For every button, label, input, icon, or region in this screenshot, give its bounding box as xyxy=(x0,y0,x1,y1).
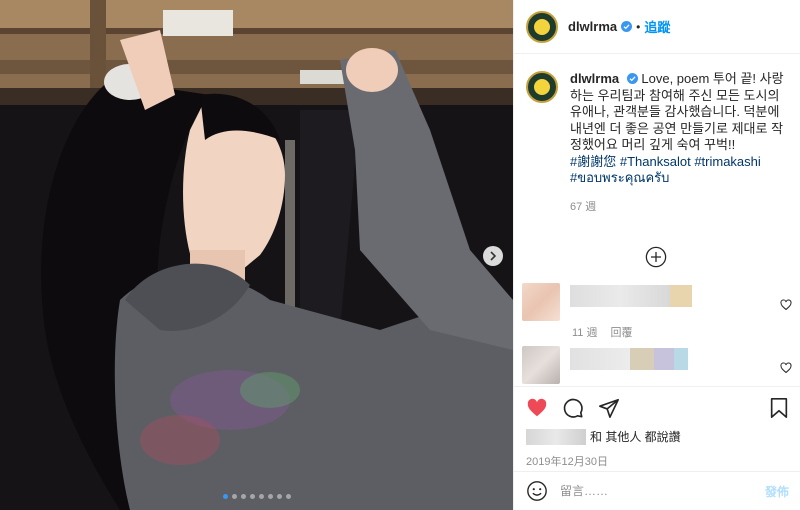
comment-item xyxy=(522,346,792,384)
liker-name-redacted[interactable] xyxy=(526,428,586,445)
avatar-image xyxy=(534,79,550,95)
author-username[interactable]: dlwlrma xyxy=(568,19,617,34)
carousel-indicator xyxy=(0,494,513,499)
author-avatar[interactable] xyxy=(526,10,558,43)
caption-username[interactable]: dlwlrma xyxy=(570,71,619,86)
caption: dlwlrma Love, poem 투어 끝! 사랑하는 우리팀과 참여해 주… xyxy=(526,71,789,215)
hashtag[interactable]: #Thanksalot xyxy=(620,154,691,169)
comment-icon[interactable] xyxy=(562,397,584,419)
post-header: dlwlrma • 追蹤 xyxy=(514,0,800,54)
comment-item xyxy=(522,283,792,321)
comment-text-redacted xyxy=(570,348,688,370)
emoji-icon[interactable] xyxy=(526,480,548,502)
post-details-panel: dlwlrma • 追蹤 dlwlrma Love, poem 투어 끝! 사랑… xyxy=(513,0,800,510)
carousel-dot xyxy=(231,494,237,499)
commenter-avatar[interactable] xyxy=(522,283,560,321)
carousel-dot xyxy=(285,494,291,499)
photo-illustration xyxy=(0,0,513,510)
verified-badge-icon xyxy=(621,21,633,32)
follow-button[interactable]: 追蹤 xyxy=(644,17,670,36)
likes-summary: 和 其他人 都說讚 xyxy=(526,428,789,445)
post-photo[interactable] xyxy=(0,0,513,510)
reply-button[interactable]: 回覆 xyxy=(611,327,633,339)
caption-body: dlwlrma Love, poem 투어 끝! 사랑하는 우리팀과 참여해 주… xyxy=(570,71,789,215)
hashtag[interactable]: #謝謝您 xyxy=(570,154,616,169)
commenter-avatar[interactable] xyxy=(522,346,560,384)
caption-timestamp: 67 週 xyxy=(570,200,597,213)
likes-text[interactable]: 和 其他人 都說讚 xyxy=(590,428,681,445)
share-icon[interactable] xyxy=(598,397,620,419)
comment-input[interactable] xyxy=(560,484,765,498)
comment-like-icon[interactable] xyxy=(780,299,792,311)
comments-section: dlwlrma Love, poem 투어 끝! 사랑하는 우리팀과 참여해 주… xyxy=(514,55,800,385)
post-actions: 和 其他人 都說讚 2019年12月30日 xyxy=(514,386,800,469)
comment-like-icon[interactable] xyxy=(780,362,792,374)
carousel-dot-active xyxy=(222,494,228,499)
carousel-dot xyxy=(267,494,273,499)
heart-icon[interactable] xyxy=(526,397,548,419)
comment-composer: 發佈 xyxy=(514,471,800,510)
caption-author-avatar[interactable] xyxy=(526,71,558,103)
carousel-dot xyxy=(249,494,255,499)
hashtag[interactable]: #ขอบพระคุณครับ xyxy=(570,170,669,185)
carousel-dot xyxy=(240,494,246,499)
avatar-image xyxy=(534,18,550,35)
comment-meta: 11 週 回覆 xyxy=(572,324,643,340)
instagram-post-modal: dlwlrma • 追蹤 dlwlrma Love, poem 투어 끝! 사랑… xyxy=(0,0,800,510)
verified-badge-icon xyxy=(626,73,638,84)
comment-text-redacted xyxy=(570,285,692,307)
bookmark-icon[interactable] xyxy=(769,397,789,419)
next-photo-button[interactable] xyxy=(483,246,503,266)
next-arrow-icon xyxy=(490,251,497,261)
post-date: 2019年12月30日 xyxy=(526,456,608,468)
carousel-dot xyxy=(276,494,282,499)
hashtag[interactable]: #trimakashi xyxy=(694,154,760,169)
comment-timestamp: 11 週 xyxy=(572,327,598,339)
post-comment-button[interactable]: 發佈 xyxy=(765,483,789,500)
header-separator: • xyxy=(636,19,641,34)
carousel-dot xyxy=(258,494,264,499)
action-icons xyxy=(526,395,789,421)
add-circle-icon[interactable] xyxy=(645,246,667,268)
